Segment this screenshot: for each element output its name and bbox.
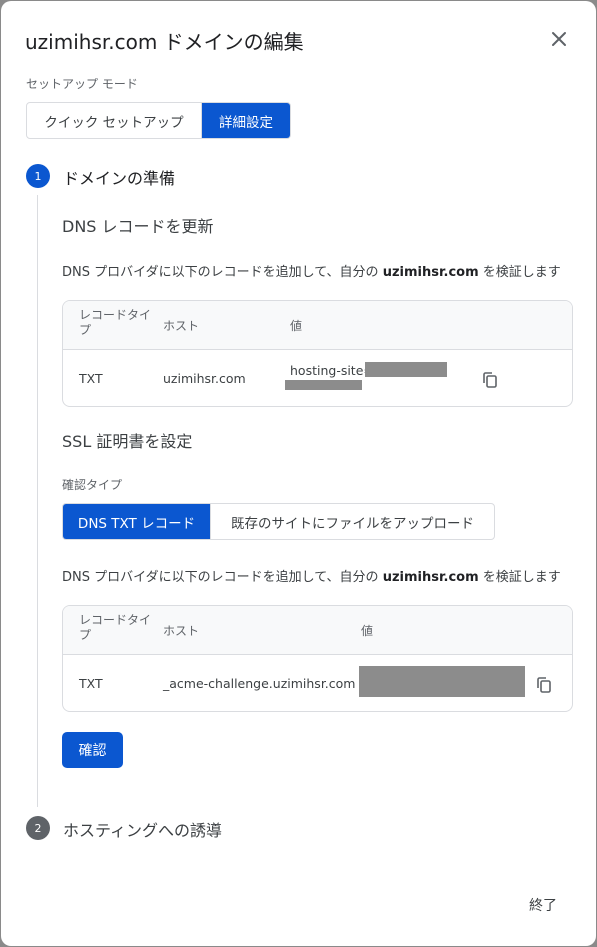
confirm-button[interactable]: 確認	[62, 732, 123, 768]
setup-mode-label: セットアップ モード	[26, 77, 138, 91]
step-2-title[interactable]: ホスティングへの誘導	[63, 817, 222, 841]
copy-icon[interactable]	[480, 370, 500, 390]
record-host-cell: uzimihsr.com	[163, 371, 246, 386]
dns-records-heading: DNS レコードを更新	[62, 217, 214, 236]
redacted-value	[359, 666, 525, 697]
redacted-value	[365, 362, 447, 377]
dns-records-table: レコードタイプ ホスト 値 TXT uzimihsr.com hosting-s…	[62, 300, 573, 407]
column-header-host: ホスト	[163, 319, 200, 333]
finish-button[interactable]: 終了	[515, 889, 571, 921]
step-2-indicator: 2	[26, 816, 50, 840]
record-host-cell: _acme-challenge.uzimihsr.com	[163, 676, 356, 691]
step-connector-line	[37, 195, 38, 807]
column-header-type: レコードタイプ	[79, 613, 152, 642]
step-1-indicator: 1	[26, 164, 50, 188]
copy-icon[interactable]	[534, 675, 554, 695]
column-header-value: 値	[290, 319, 303, 333]
confirmation-type-label: 確認タイプ	[62, 478, 123, 492]
record-type-cell: TXT	[79, 676, 103, 691]
dns-description: DNS プロバイダに以下のレコードを追加して、自分の uzimihsr.com …	[62, 265, 561, 280]
dns-txt-record-option[interactable]: DNS TXT レコード	[63, 504, 210, 539]
redacted-value	[285, 380, 362, 390]
column-header-value: 値	[361, 624, 374, 638]
confirmation-type-toggle: DNS TXT レコード 既存のサイトにファイルをアップロード	[62, 503, 495, 540]
close-icon[interactable]	[547, 27, 571, 51]
column-header-host: ホスト	[163, 624, 200, 638]
step-1-title: ドメインの準備	[63, 169, 176, 188]
quick-setup-option[interactable]: クイック セットアップ	[27, 103, 201, 138]
setup-mode-toggle: クイック セットアップ 詳細設定	[26, 102, 291, 139]
column-header-type: レコードタイプ	[79, 308, 152, 337]
edit-domain-dialog: uzimihsr.com ドメインの編集 セットアップ モード クイック セット…	[1, 1, 596, 946]
record-type-cell: TXT	[79, 371, 103, 386]
advanced-setup-option[interactable]: 詳細設定	[201, 103, 290, 138]
ssl-records-table: レコードタイプ ホスト 値 TXT _acme-challenge.uzimih…	[62, 605, 573, 712]
upload-file-option[interactable]: 既存のサイトにファイルをアップロード	[210, 504, 494, 539]
record-value-cell: hosting-site=	[290, 363, 374, 378]
dialog-title: uzimihsr.com ドメインの編集	[25, 30, 304, 54]
ssl-description: DNS プロバイダに以下のレコードを追加して、自分の uzimihsr.com …	[62, 570, 561, 585]
ssl-heading: SSL 証明書を設定	[62, 432, 193, 451]
